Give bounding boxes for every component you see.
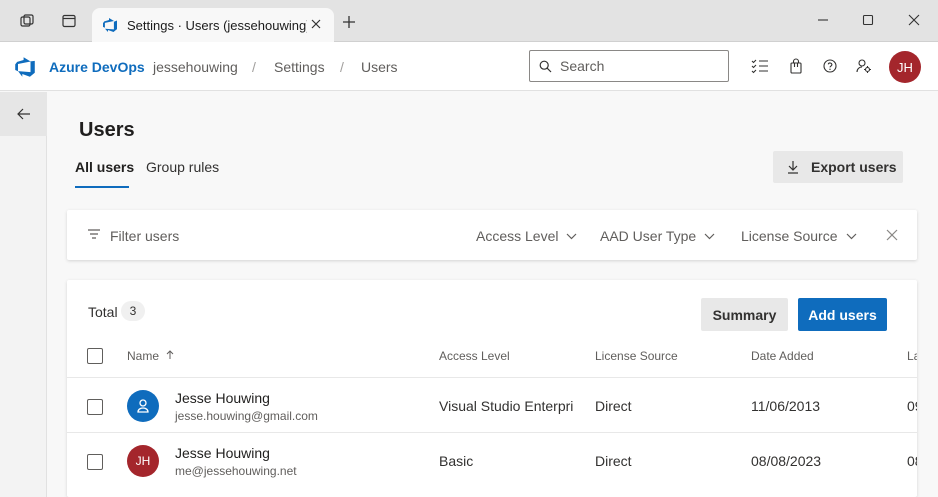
task-list-icon[interactable] <box>751 57 769 75</box>
total-count-badge: 3 <box>121 301 145 321</box>
browser-tab[interactable]: Settings · Users (jessehouwing) - <box>92 8 334 42</box>
access-level-dropdown-label: Access Level <box>476 228 559 244</box>
minimize-icon[interactable] <box>813 10 833 30</box>
filter-icon <box>88 229 100 239</box>
last-access-cell: 09 <box>907 398 917 414</box>
generic-person-icon <box>127 390 159 422</box>
search-input[interactable] <box>560 58 710 74</box>
new-tab-icon[interactable] <box>338 11 360 33</box>
tab-actions-icon[interactable] <box>56 8 82 34</box>
azure-devops-logo-icon[interactable] <box>14 56 36 78</box>
search-icon <box>539 60 552 72</box>
tab-title: Settings · Users (jessehouwing) - <box>127 17 307 33</box>
left-rail <box>0 92 47 497</box>
license-source-dropdown-label: License Source <box>741 228 838 244</box>
clear-filters-icon[interactable] <box>885 228 899 242</box>
aad-user-type-dropdown-label: AAD User Type <box>600 228 697 244</box>
brand-name[interactable]: Azure DevOps <box>49 59 145 75</box>
user-name[interactable]: Jesse Houwing <box>175 390 270 406</box>
workspaces-icon[interactable] <box>14 8 40 34</box>
back-button[interactable] <box>0 92 47 136</box>
access-level-cell: Visual Studio Enterpri <box>439 398 574 414</box>
column-header-date-added[interactable]: Date Added <box>751 349 814 363</box>
chevron-down-icon <box>704 233 715 239</box>
breadcrumb-organization[interactable]: jessehouwing <box>153 59 238 75</box>
download-icon <box>788 161 798 174</box>
license-source-cell: Direct <box>595 398 632 414</box>
sort-ascending-icon <box>167 350 174 359</box>
close-tab-icon[interactable] <box>308 16 324 32</box>
shopping-bag-icon[interactable] <box>787 57 805 75</box>
filter-bar: Filter users Access Level AAD User Type … <box>67 210 917 260</box>
user-email: me@jessehouwing.net <box>175 464 297 478</box>
license-source-cell: Direct <box>595 453 632 469</box>
column-header-license-source[interactable]: License Source <box>595 349 678 363</box>
filter-users-input[interactable]: Filter users <box>110 228 179 244</box>
column-header-name[interactable]: Name <box>127 349 174 363</box>
search-box[interactable] <box>529 50 729 82</box>
breadcrumb-separator: / <box>340 59 344 75</box>
user-name[interactable]: Jesse Houwing <box>175 445 270 461</box>
top-header: Azure DevOps jessehouwing / Settings / U… <box>0 42 938 91</box>
users-table-card: Total 3 Summary Add users Name Access Le… <box>67 280 917 497</box>
chevron-down-icon <box>846 233 856 239</box>
table-row[interactable]: JH Jesse Houwing me@jessehouwing.net Bas… <box>67 432 917 487</box>
total-label: Total <box>88 304 118 320</box>
chevron-down-icon <box>567 233 577 239</box>
breadcrumb-users[interactable]: Users <box>361 59 398 75</box>
row-checkbox[interactable] <box>87 399 103 415</box>
summary-button[interactable]: Summary <box>701 298 788 331</box>
access-level-cell: Basic <box>439 453 474 469</box>
tab-group-rules[interactable]: Group rules <box>146 159 219 175</box>
azure-devops-tab-icon <box>103 18 117 32</box>
license-source-dropdown[interactable]: License Source <box>741 228 857 244</box>
column-header-access-level[interactable]: Access Level <box>439 349 510 363</box>
tab-all-users[interactable]: All users <box>75 159 134 175</box>
page-title: Users <box>79 119 135 141</box>
export-users-button[interactable]: Export users <box>773 151 903 183</box>
date-added-cell: 11/06/2013 <box>751 398 821 414</box>
aad-user-type-dropdown[interactable]: AAD User Type <box>600 228 715 244</box>
close-window-icon[interactable] <box>904 10 924 30</box>
table-row[interactable]: Jesse Houwing jesse.houwing@gmail.com Vi… <box>67 377 917 432</box>
browser-chrome: Settings · Users (jessehouwing) - <box>0 0 938 42</box>
last-access-cell: 08 <box>907 453 917 469</box>
select-all-checkbox[interactable] <box>87 348 103 364</box>
access-level-dropdown[interactable]: Access Level <box>476 228 577 244</box>
add-users-button[interactable]: Add users <box>798 298 887 331</box>
maximize-icon[interactable] <box>858 10 878 30</box>
breadcrumb-separator: / <box>252 59 256 75</box>
export-users-label: Export users <box>811 159 897 175</box>
date-added-cell: 08/08/2023 <box>751 453 822 469</box>
help-icon[interactable] <box>821 57 839 75</box>
user-avatar: JH <box>127 445 159 477</box>
column-header-name-label: Name <box>127 349 160 363</box>
active-tab-indicator <box>75 186 129 188</box>
column-header-last-access[interactable]: La <box>907 349 917 363</box>
row-checkbox[interactable] <box>87 454 103 470</box>
arrow-left-icon <box>16 108 30 120</box>
user-settings-icon[interactable] <box>855 57 873 75</box>
breadcrumb-settings[interactable]: Settings <box>274 59 325 75</box>
user-avatar[interactable]: JH <box>889 51 921 83</box>
user-email: jesse.houwing@gmail.com <box>175 409 318 423</box>
